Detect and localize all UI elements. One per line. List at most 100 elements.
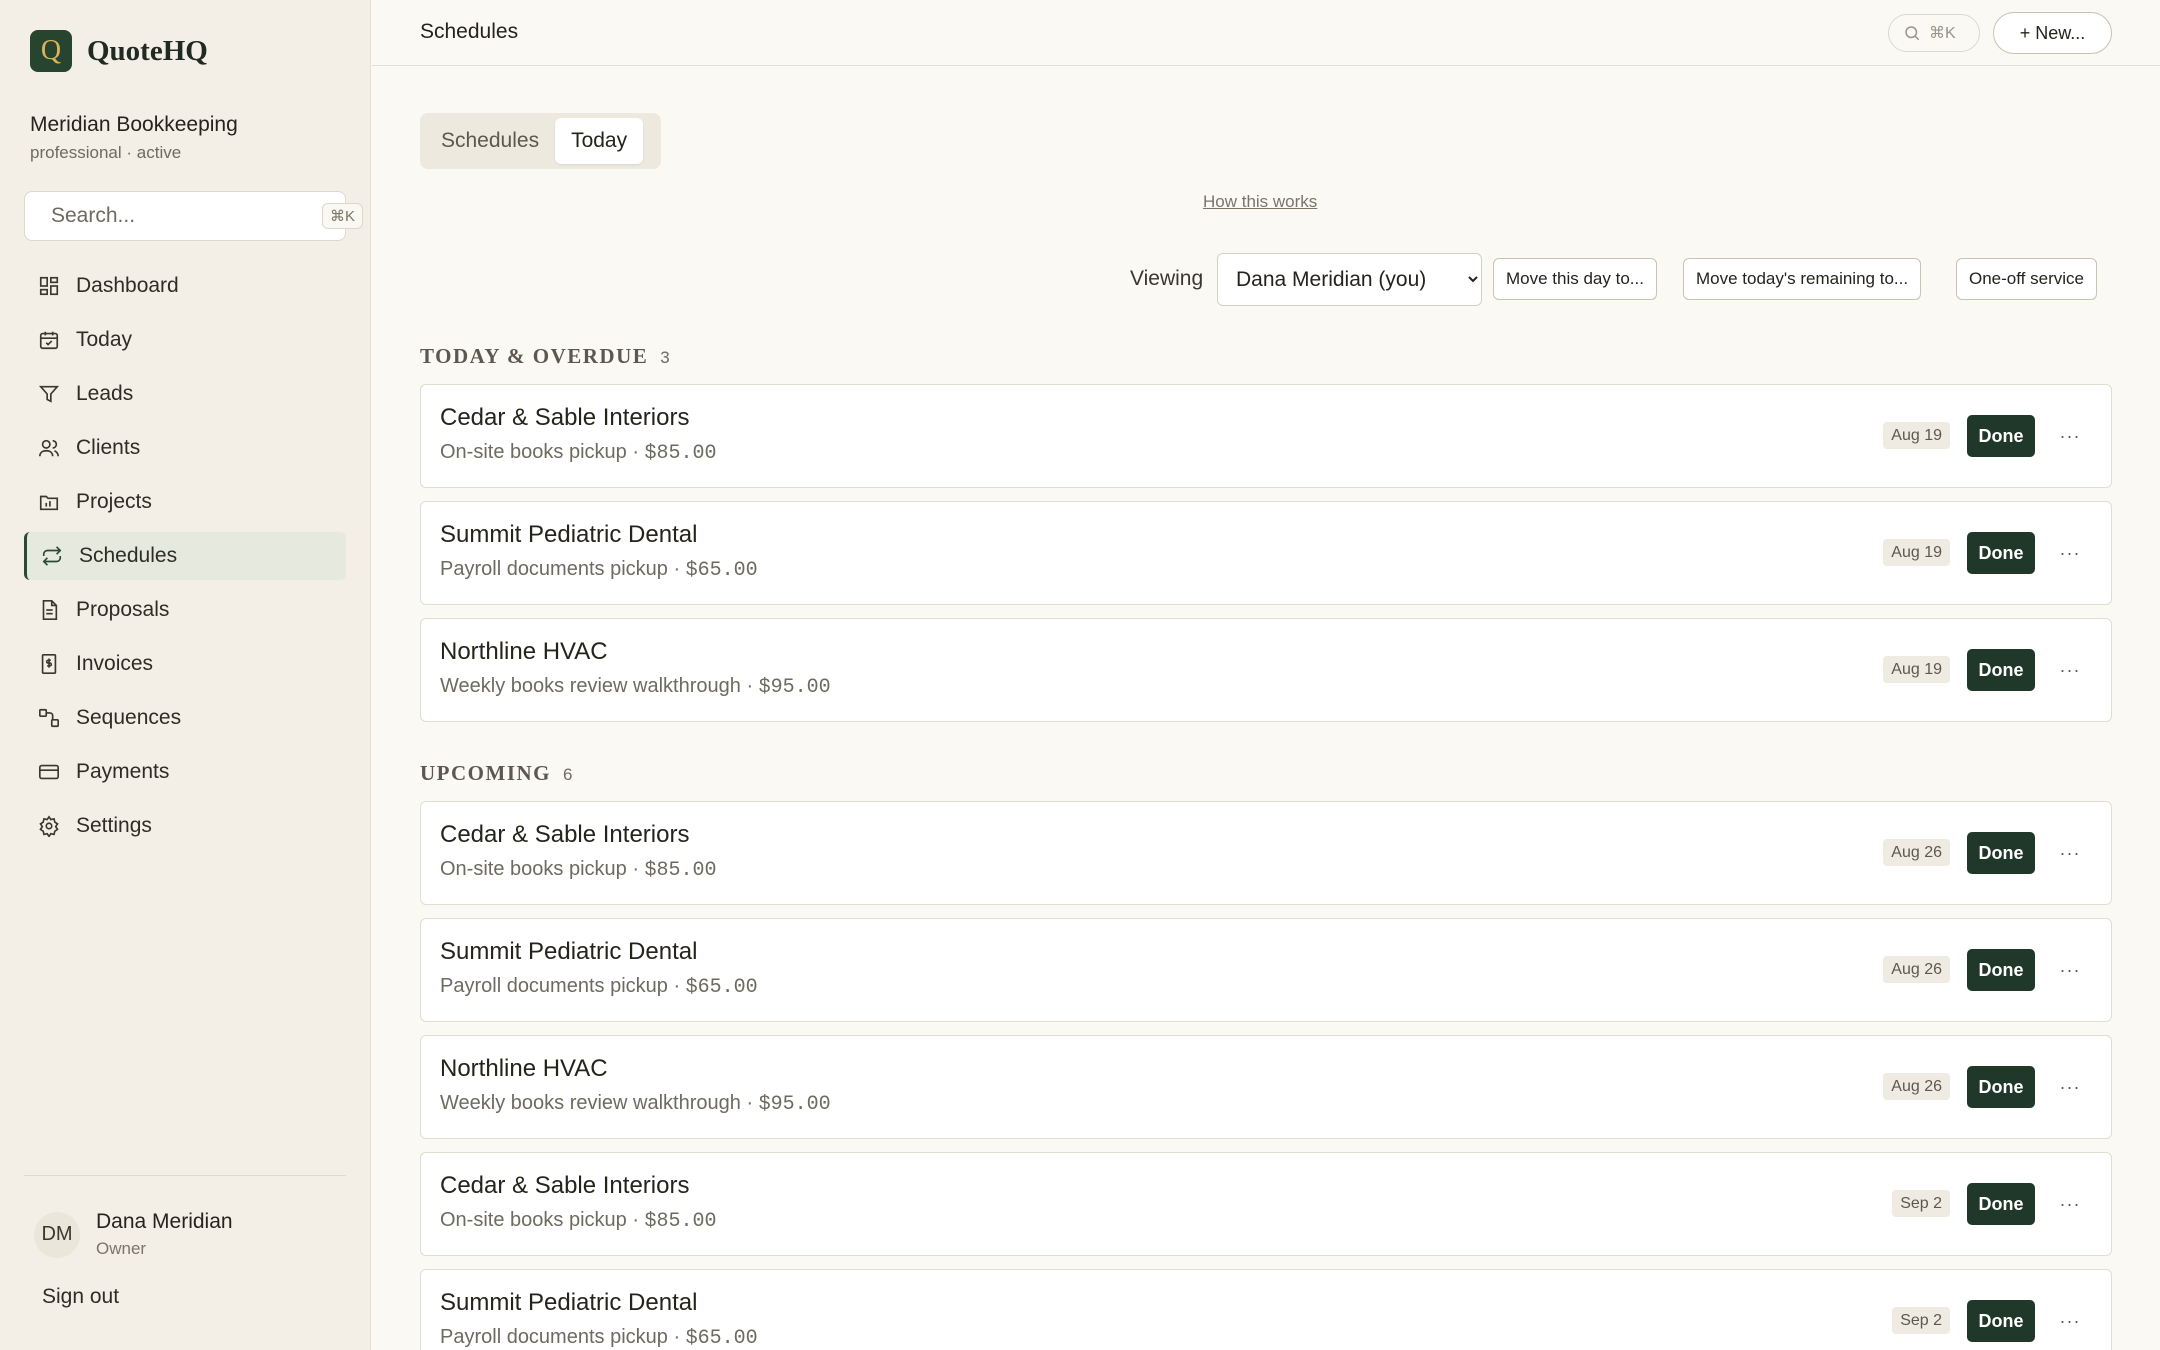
schedule-row[interactable]: Cedar & Sable Interiors On-site books pi… — [420, 384, 2112, 488]
row-price: $65.00 — [685, 559, 758, 582]
sidebar-item-invoices[interactable]: Invoices — [24, 640, 346, 688]
logo-mark-icon: Q — [30, 30, 72, 72]
schedule-row[interactable]: Summit Pediatric Dental Payroll document… — [420, 1269, 2112, 1350]
done-button[interactable]: Done — [1967, 415, 2035, 457]
org-subtitle: professional · active — [30, 143, 182, 162]
more-actions-icon[interactable]: ··· — [2053, 836, 2087, 870]
done-button[interactable]: Done — [1967, 532, 2035, 574]
more-actions-icon[interactable]: ··· — [2053, 653, 2087, 687]
row-price: $85.00 — [644, 442, 717, 465]
row-client-name: Cedar & Sable Interiors — [440, 1172, 690, 1199]
row-service-name: On-site books pickup — [440, 441, 627, 463]
view-tabs: Schedules Today — [420, 113, 661, 169]
sidebar-item-clients[interactable]: Clients — [24, 424, 346, 472]
row-date-badge: Aug 26 — [1883, 956, 1950, 983]
sidebar-item-leads[interactable]: Leads — [24, 370, 346, 418]
sidebar-nav: Dashboard Today Leads Clients Projects S… — [24, 262, 346, 856]
tab-today[interactable]: Today — [555, 118, 644, 164]
row-service: On-site books pickup · $85.00 — [440, 858, 717, 882]
schedule-row[interactable]: Cedar & Sable Interiors On-site books pi… — [420, 1152, 2112, 1256]
one-off-service-button[interactable]: One-off service — [1956, 258, 2097, 300]
row-service-name: Payroll documents pickup — [440, 1326, 668, 1348]
done-button[interactable]: Done — [1967, 1183, 2035, 1225]
move-day-button[interactable]: Move this day to... — [1493, 258, 1657, 300]
sidebar-item-settings[interactable]: Settings — [24, 802, 346, 850]
schedule-row[interactable]: Summit Pediatric Dental Payroll document… — [420, 918, 2112, 1022]
sidebar-item-schedules[interactable]: Schedules — [24, 532, 346, 580]
schedule-row[interactable]: Northline HVAC Weekly books review walkt… — [420, 618, 2112, 722]
sidebar-item-today[interactable]: Today — [24, 316, 346, 364]
how-this-works-link[interactable]: How this works — [1203, 192, 1317, 212]
sidebar-item-sequences[interactable]: Sequences — [24, 694, 346, 742]
row-service: On-site books pickup · $85.00 — [440, 441, 717, 465]
app-logo[interactable]: Q QuoteHQ — [30, 30, 208, 72]
row-price: $65.00 — [685, 976, 758, 999]
top-bar: Schedules ⌘K + New... — [372, 0, 2160, 66]
row-service: Payroll documents pickup · $65.00 — [440, 1326, 758, 1350]
row-date-badge: Aug 26 — [1883, 1073, 1950, 1100]
sidebar-item-label: Clients — [76, 436, 141, 459]
row-client-name: Northline HVAC — [440, 638, 608, 665]
command-search-button[interactable]: ⌘K — [1888, 14, 1980, 52]
new-button[interactable]: + New... — [1993, 12, 2112, 54]
done-button[interactable]: Done — [1967, 649, 2035, 691]
sequence-icon — [39, 708, 59, 728]
more-actions-icon[interactable]: ··· — [2053, 1187, 2087, 1221]
section-title-text: UPCOMING — [420, 761, 551, 785]
row-price: $85.00 — [644, 1210, 717, 1233]
search-shortcut-badge: ⌘K — [322, 203, 364, 229]
repeat-icon — [42, 546, 62, 566]
card-icon — [39, 764, 59, 780]
sidebar-divider — [24, 1175, 346, 1176]
page-title: Schedules — [420, 20, 519, 43]
row-service: Payroll documents pickup · $65.00 — [440, 975, 758, 999]
filter-icon — [38, 385, 60, 403]
done-button[interactable]: Done — [1967, 832, 2035, 874]
more-actions-icon[interactable]: ··· — [2053, 1304, 2087, 1338]
sidebar-item-label: Leads — [76, 382, 134, 405]
user-name: Dana Meridian — [96, 1210, 233, 1233]
sidebar-item-dashboard[interactable]: Dashboard — [24, 262, 346, 310]
done-button[interactable]: Done — [1967, 1300, 2035, 1342]
sidebar-item-proposals[interactable]: Proposals — [24, 586, 346, 634]
schedule-row[interactable]: Cedar & Sable Interiors On-site books pi… — [420, 801, 2112, 905]
schedule-row[interactable]: Summit Pediatric Dental Payroll document… — [420, 501, 2112, 605]
more-actions-icon[interactable]: ··· — [2053, 1070, 2087, 1104]
row-price: $85.00 — [644, 859, 717, 882]
row-date-badge: Sep 2 — [1892, 1307, 1950, 1334]
more-actions-icon[interactable]: ··· — [2053, 536, 2087, 570]
search-icon — [1905, 26, 1920, 41]
tab-schedules[interactable]: Schedules — [425, 118, 555, 164]
sidebar-search-input[interactable] — [51, 204, 322, 228]
org-info: Meridian Bookkeeping professional · acti… — [30, 113, 238, 163]
section-title-text: TODAY & OVERDUE — [420, 344, 649, 368]
sidebar-item-label: Payments — [76, 760, 170, 783]
row-service: On-site books pickup · $85.00 — [440, 1209, 717, 1233]
more-actions-icon[interactable]: ··· — [2053, 419, 2087, 453]
schedule-row[interactable]: Northline HVAC Weekly books review walkt… — [420, 1035, 2112, 1139]
row-price: $65.00 — [685, 1327, 758, 1350]
row-client-name: Northline HVAC — [440, 1055, 608, 1082]
sidebar: Q QuoteHQ Meridian Bookkeeping professio… — [0, 0, 371, 1350]
calendar-icon — [39, 331, 59, 350]
sidebar-item-label: Invoices — [76, 652, 154, 675]
row-date-badge: Aug 19 — [1883, 656, 1950, 683]
invoice-icon — [41, 654, 57, 674]
avatar: DM — [34, 1211, 80, 1258]
more-actions-icon[interactable]: ··· — [2053, 953, 2087, 987]
sidebar-item-payments[interactable]: Payments — [24, 748, 346, 796]
dashboard-icon — [39, 276, 59, 296]
sidebar-item-label: Settings — [76, 814, 152, 837]
row-service-name: On-site books pickup — [440, 858, 627, 880]
users-icon — [39, 439, 59, 457]
done-button[interactable]: Done — [1967, 1066, 2035, 1108]
sidebar-item-label: Schedules — [79, 544, 178, 567]
user-profile[interactable]: DM Dana Meridian Owner — [34, 1210, 233, 1259]
row-service-name: Weekly books review walkthrough — [440, 1092, 741, 1114]
sidebar-item-projects[interactable]: Projects — [24, 478, 346, 526]
move-remaining-button[interactable]: Move today's remaining to... — [1683, 258, 1922, 300]
sign-out-link[interactable]: Sign out — [42, 1285, 119, 1309]
done-button[interactable]: Done — [1967, 949, 2035, 991]
viewing-select[interactable]: Dana Meridian (you) — [1217, 253, 1482, 306]
sidebar-item-label: Projects — [76, 490, 152, 513]
